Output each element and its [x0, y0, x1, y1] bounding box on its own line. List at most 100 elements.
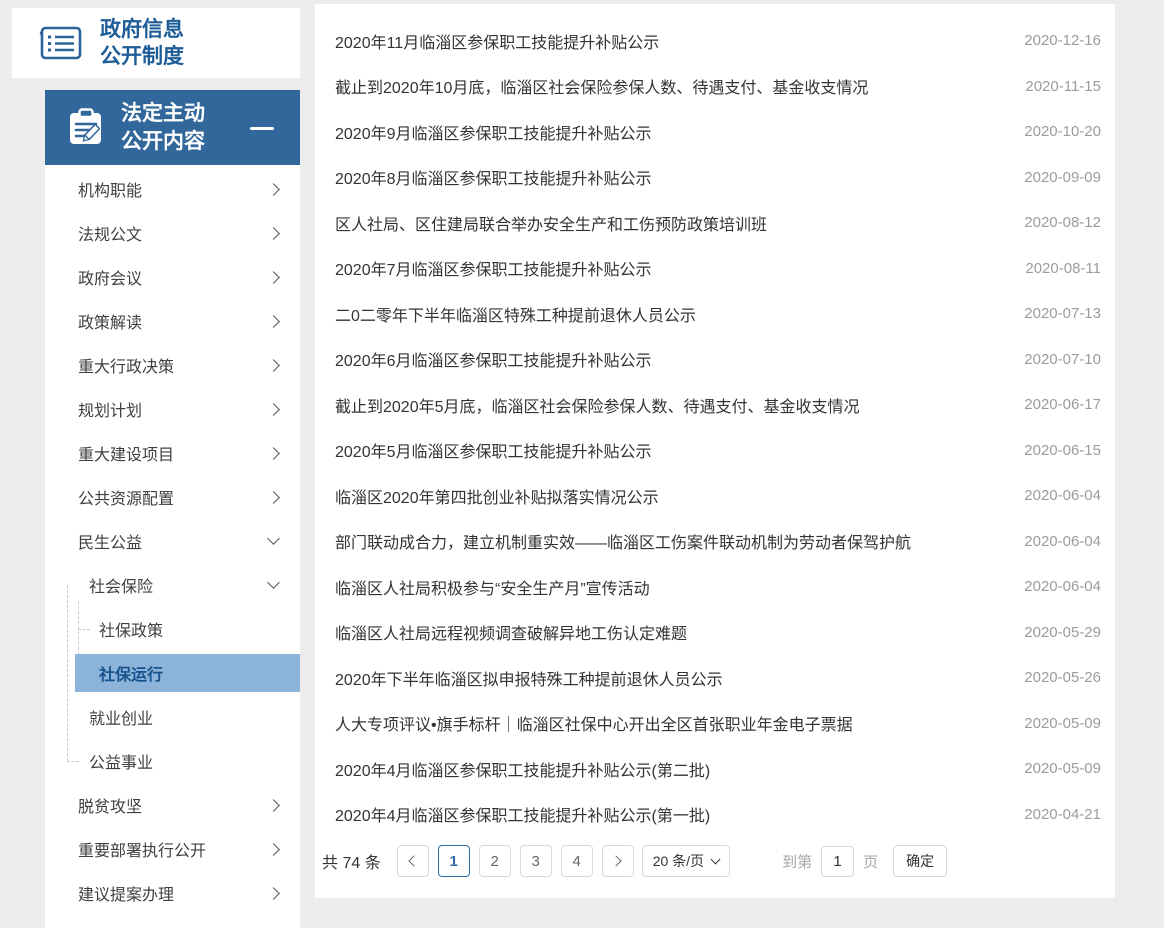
- news-item: 人大专项评议•旗手标杆｜临淄区社保中心开出全区首张职业年金电子票据2020-05…: [335, 701, 1101, 747]
- menu-subgroup: 社保政策社保运行: [45, 607, 300, 692]
- news-item: 2020年5月临淄区参保职工技能提升补贴公示2020-06-15: [335, 428, 1101, 474]
- sidebar-item[interactable]: 规划计划: [45, 387, 300, 431]
- news-title-link[interactable]: 2020年4月临淄区参保职工技能提升补贴公示(第二批): [335, 757, 710, 781]
- sidebar-item-label: 公益事业: [89, 749, 153, 773]
- news-title-link[interactable]: 截止到2020年10月底，临淄区社会保险参保人数、待遇支付、基金收支情况: [335, 74, 868, 98]
- news-title-link[interactable]: 2020年11月临淄区参保职工技能提升补贴公示: [335, 29, 659, 53]
- sidebar-header-title: 政府信息 公开制度: [100, 16, 184, 71]
- news-title-link[interactable]: 2020年8月临淄区参保职工技能提升补贴公示: [335, 165, 652, 189]
- next-page-button[interactable]: [602, 845, 634, 877]
- news-title-link[interactable]: 2020年7月临淄区参保职工技能提升补贴公示: [335, 256, 652, 280]
- news-date: 2020-08-12: [1004, 214, 1101, 231]
- chevron-right-icon: [267, 843, 280, 856]
- sidebar-item[interactable]: 重要部署执行公开: [45, 827, 300, 871]
- tree-connector: [67, 761, 79, 762]
- news-date: 2020-05-09: [1004, 760, 1101, 777]
- sidebar-item-label: 政策解读: [78, 309, 142, 333]
- sidebar-item-label: 就业创业: [89, 705, 153, 729]
- sidebar-item-label: 重大行政决策: [78, 353, 174, 377]
- news-title-link[interactable]: 临淄区人社局远程视频调查破解异地工伤认定难题: [335, 620, 687, 644]
- section-title-line1: 法定主动: [121, 100, 205, 127]
- news-date: 2020-05-26: [1004, 669, 1101, 686]
- news-title-link[interactable]: 2020年下半年临淄区拟申报特殊工种提前退休人员公示: [335, 666, 723, 690]
- sidebar-section-title: 法定主动 公开内容: [121, 100, 205, 155]
- sidebar-item[interactable]: 法规公文: [45, 211, 300, 255]
- chevron-down-icon: [267, 532, 280, 545]
- news-title-link[interactable]: 临淄区人社局积极参与“安全生产月”宣传活动: [335, 575, 650, 599]
- sidebar-item[interactable]: 社会保险: [45, 563, 300, 607]
- chevron-right-icon: [267, 359, 280, 372]
- sidebar-item-label: 脱贫攻坚: [78, 793, 142, 817]
- sidebar-item-label: 公共资源配置: [78, 485, 174, 509]
- news-item: 临淄区人社局远程视频调查破解异地工伤认定难题 2020-05-29: [335, 610, 1101, 656]
- sidebar-menu: 机构职能法规公文政府会议政策解读重大行政决策规划计划重大建设项目公共资源配置民生…: [45, 165, 300, 915]
- news-title-link[interactable]: 2020年4月临淄区参保职工技能提升补贴公示(第一批): [335, 802, 710, 826]
- sidebar-item[interactable]: 机构职能: [45, 167, 300, 211]
- chevron-right-icon: [267, 403, 280, 416]
- news-date: 2020-10-20: [1004, 123, 1101, 140]
- sidebar: 法定主动 公开内容 机构职能法规公文政府会议政策解读重大行政决策规划计划重大建设…: [45, 90, 300, 928]
- sidebar-item[interactable]: 政策解读: [45, 299, 300, 343]
- news-title-link[interactable]: 部门联动成合力，建立机制重实效——临淄区工伤案件联动机制为劳动者保驾护航: [335, 529, 911, 553]
- chevron-right-icon: [267, 447, 280, 460]
- sidebar-item[interactable]: 政府会议: [45, 255, 300, 299]
- sidebar-item[interactable]: 就业创业: [45, 695, 300, 739]
- news-item: 2020年9月临淄区参保职工技能提升补贴公示 2020-10-20: [335, 109, 1101, 155]
- news-item: 临淄区2020年第四批创业补贴拟落实情况公示2020-06-04: [335, 473, 1101, 519]
- news-item: 区人社局、区住建局联合举办安全生产和工伤预防政策培训班 2020-08-12: [335, 200, 1101, 246]
- news-item: 2020年下半年临淄区拟申报特殊工种提前退休人员公示 2020-05-26: [335, 655, 1101, 701]
- news-item: 2020年4月临淄区参保职工技能提升补贴公示(第一批)2020-04-21: [335, 792, 1101, 838]
- sidebar-header-card: 政府信息 公开制度: [12, 8, 300, 78]
- total-count-label: 共 74 条: [322, 849, 381, 873]
- news-date: 2020-12-16: [1004, 32, 1101, 49]
- sidebar-section-statutory-disclosure[interactable]: 法定主动 公开内容: [45, 90, 300, 165]
- news-item: 临淄区人社局积极参与“安全生产月”宣传活动2020-06-04: [335, 564, 1101, 610]
- sidebar-item[interactable]: 重大行政决策: [45, 343, 300, 387]
- news-date: 2020-07-10: [1004, 351, 1101, 368]
- news-title-link[interactable]: 2020年6月临淄区参保职工技能提升补贴公示: [335, 347, 652, 371]
- news-item: 2020年6月临淄区参保职工技能提升补贴公示 2020-07-10: [335, 337, 1101, 383]
- chevron-down-icon: [711, 855, 721, 865]
- page-size-select[interactable]: 20 条/页: [642, 845, 730, 877]
- sidebar-item[interactable]: 公共资源配置: [45, 475, 300, 519]
- sidebar-item[interactable]: 重大建设项目: [45, 431, 300, 475]
- page-button-4[interactable]: 4: [561, 845, 593, 877]
- page-button-1[interactable]: 1: [438, 845, 470, 877]
- news-date: 2020-06-04: [1004, 533, 1101, 550]
- news-title-link[interactable]: 人大专项评议•旗手标杆｜临淄区社保中心开出全区首张职业年金电子票据: [335, 711, 853, 735]
- page-button-3[interactable]: 3: [520, 845, 552, 877]
- sidebar-item[interactable]: 脱贫攻坚: [45, 783, 300, 827]
- news-title-link[interactable]: 二0二零年下半年临淄区特殊工种提前退休人员公示: [335, 302, 696, 326]
- news-item: 2020年11月临淄区参保职工技能提升补贴公示 2020-12-16: [335, 18, 1101, 64]
- sidebar-item-label: 重要部署执行公开: [78, 837, 206, 861]
- tree-connector: [78, 629, 90, 630]
- chevron-right-icon: [267, 227, 280, 240]
- news-title-link[interactable]: 截止到2020年5月底，临淄区社会保险参保人数、待遇支付、基金收支情况: [335, 393, 860, 417]
- sidebar-item-active[interactable]: 社保运行: [75, 654, 300, 692]
- chevron-right-icon: [267, 799, 280, 812]
- sidebar-item[interactable]: 公益事业: [45, 739, 300, 783]
- sidebar-item-label: 规划计划: [78, 397, 142, 421]
- page-size-label: 20 条/页: [653, 851, 704, 871]
- sidebar-item[interactable]: 建议提案办理: [45, 871, 300, 915]
- news-title-link[interactable]: 2020年9月临淄区参保职工技能提升补贴公示: [335, 120, 652, 144]
- sidebar-item[interactable]: 民生公益: [45, 519, 300, 563]
- page-button-2[interactable]: 2: [479, 845, 511, 877]
- header-title-line1: 政府信息: [100, 16, 184, 43]
- sidebar-item-label: 法规公文: [78, 221, 142, 245]
- news-title-link[interactable]: 临淄区2020年第四批创业补贴拟落实情况公示: [335, 484, 659, 508]
- prev-page-button[interactable]: [397, 845, 429, 877]
- goto-page-input[interactable]: [821, 846, 854, 877]
- confirm-button[interactable]: 确定: [893, 845, 947, 877]
- news-item: 2020年7月临淄区参保职工技能提升补贴公示2020-08-11: [335, 246, 1101, 292]
- news-title-link[interactable]: 2020年5月临淄区参保职工技能提升补贴公示: [335, 438, 652, 462]
- news-title-link[interactable]: 区人社局、区住建局联合举办安全生产和工伤预防政策培训班: [335, 211, 767, 235]
- news-date: 2020-05-29: [1004, 624, 1101, 641]
- chevron-left-icon: [409, 855, 420, 866]
- goto-prefix-label: 到第: [782, 851, 812, 872]
- sidebar-item[interactable]: 社保政策: [45, 607, 300, 651]
- sidebar-item-label: 社保运行: [99, 661, 163, 685]
- news-list: 2020年11月临淄区参保职工技能提升补贴公示 2020-12-16 截止到2020…: [335, 18, 1101, 837]
- news-item: 二0二零年下半年临淄区特殊工种提前退休人员公示2020-07-13: [335, 291, 1101, 337]
- news-item: 截止到2020年10月底，临淄区社会保险参保人数、待遇支付、基金收支情况2020…: [335, 64, 1101, 110]
